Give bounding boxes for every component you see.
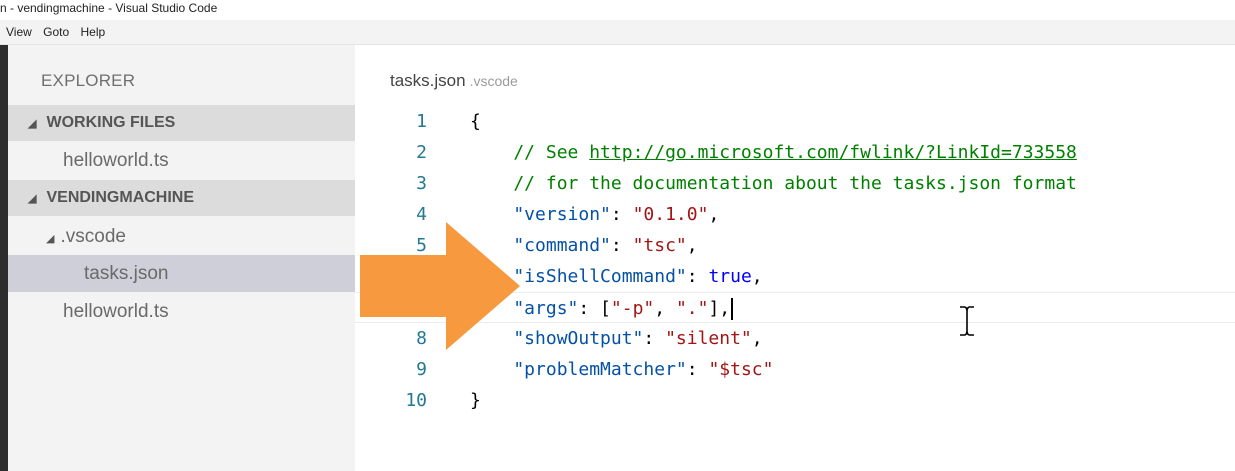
- code-line[interactable]: 2 // See http://go.microsoft.com/fwlink/…: [355, 137, 1235, 168]
- window-title: n - vendingmachine - Visual Studio Code: [0, 1, 218, 15]
- code-token: "-p": [610, 298, 655, 319]
- line-number: 3: [416, 173, 427, 194]
- triangle-down-icon: ◢: [28, 118, 37, 130]
- code-token: ,: [686, 235, 698, 256]
- explorer-title: EXPLORER: [41, 71, 136, 90]
- code-token: ],: [708, 298, 731, 319]
- file-item-tasks-json[interactable]: tasks.json: [8, 255, 355, 292]
- code-token: ,: [654, 298, 676, 319]
- menu-bar: View Goto Help: [0, 20, 1235, 45]
- text-cursor: [731, 298, 734, 320]
- code-token: :: [643, 328, 666, 349]
- triangle-down-icon: ◢: [46, 233, 55, 245]
- code-token: "$tsc": [708, 359, 774, 380]
- code-token: "0.1.0": [632, 204, 709, 225]
- code-token: ,: [751, 266, 763, 287]
- code-line[interactable]: 9 "problemMatcher": "$tsc": [355, 354, 1235, 385]
- code-token: ,: [708, 204, 720, 225]
- code-token: :: [610, 235, 633, 256]
- folder-item-vscode[interactable]: ◢ .vscode: [8, 218, 355, 255]
- orange-arrow-icon: [360, 222, 520, 350]
- folder-label: .vscode: [60, 226, 126, 247]
- code-line[interactable]: 10}: [355, 385, 1235, 416]
- code-token: "tsc": [632, 235, 687, 256]
- explorer-sidebar: EXPLORER ◢ WORKING FILES helloworld.ts ◢ V…: [8, 45, 355, 471]
- code-token: "problemMatcher": [470, 359, 687, 380]
- menu-help[interactable]: Help: [81, 20, 106, 44]
- menu-goto[interactable]: Goto: [43, 20, 69, 44]
- line-number: 9: [416, 359, 427, 380]
- code-text[interactable]: {: [470, 106, 481, 137]
- activity-bar: [0, 45, 8, 471]
- editor-filename: tasks.json: [390, 71, 466, 90]
- line-number: 2: [416, 142, 427, 163]
- triangle-down-icon: ◢: [28, 193, 37, 205]
- editor-directory: .vscode: [469, 73, 518, 89]
- code-token: ".": [675, 298, 709, 319]
- working-files-label: WORKING FILES: [46, 114, 176, 131]
- code-token: ,: [751, 328, 763, 349]
- code-text[interactable]: // See http://go.microsoft.com/fwlink/?L…: [470, 137, 1077, 168]
- code-token: :: [686, 266, 709, 287]
- file-label: tasks.json: [84, 263, 169, 284]
- file-label: helloworld.ts: [63, 301, 169, 322]
- menu-view[interactable]: View: [6, 20, 32, 44]
- code-line[interactable]: 1{: [355, 106, 1235, 137]
- line-number: 1: [416, 111, 427, 132]
- project-label: VENDINGMACHINE: [46, 189, 195, 206]
- code-token: :: [686, 359, 709, 380]
- code-token: :: [610, 204, 633, 225]
- working-file-label: helloworld.ts: [63, 150, 169, 171]
- code-token: // See: [470, 142, 590, 163]
- code-token: http://go.microsoft.com/fwlink/?LinkId=7…: [589, 142, 1077, 163]
- code-text[interactable]: "problemMatcher": "$tsc": [470, 354, 773, 385]
- line-number: 10: [405, 390, 427, 411]
- window-title-bar: n - vendingmachine - Visual Studio Code: [0, 0, 1235, 20]
- working-file-item[interactable]: helloworld.ts: [8, 142, 355, 179]
- code-token: : [: [578, 298, 611, 319]
- code-token: {: [470, 111, 481, 132]
- project-header[interactable]: ◢ VENDINGMACHINE: [8, 180, 355, 216]
- code-token: true: [708, 266, 752, 287]
- code-text[interactable]: // for the documentation about the tasks…: [470, 168, 1077, 199]
- code-line[interactable]: 3 // for the documentation about the tas…: [355, 168, 1235, 199]
- file-item-helloworld[interactable]: helloworld.ts: [8, 293, 355, 330]
- code-token: // for the documentation about the tasks…: [470, 173, 1077, 194]
- code-text[interactable]: }: [470, 385, 481, 416]
- ibeam-cursor-icon: [960, 306, 974, 336]
- working-files-header[interactable]: ◢ WORKING FILES: [8, 105, 355, 141]
- code-token: }: [470, 390, 481, 411]
- editor-title: tasks.json .vscode: [390, 71, 518, 91]
- code-token: "silent": [665, 328, 752, 349]
